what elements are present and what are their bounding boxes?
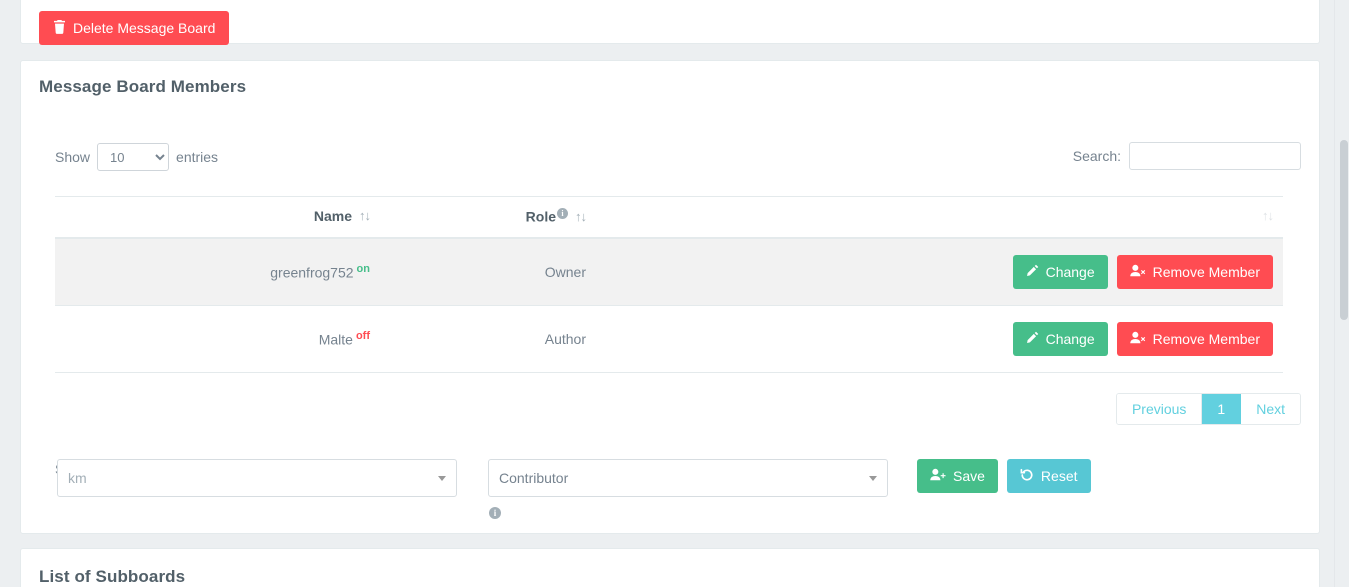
- pencil-icon: [1026, 331, 1039, 347]
- members-table: Name ↑↓ Role i ↑↓ ↑↓ greenfrog752 on Owner: [55, 195, 1283, 373]
- member-name: Malte: [318, 331, 353, 348]
- length-prefix-label: Show: [55, 149, 91, 165]
- role-hint: i: [488, 503, 501, 519]
- table-header-row: Name ↑↓ Role i ↑↓ ↑↓: [55, 195, 1283, 239]
- info-icon[interactable]: i: [557, 208, 568, 219]
- change-role-label: Change: [1045, 263, 1095, 280]
- search-input[interactable]: [1129, 142, 1301, 170]
- chevron-down-icon: [869, 475, 877, 481]
- form-button-group: Save Reset: [917, 459, 1091, 493]
- pagination: Previous 1 Next: [1115, 393, 1301, 425]
- change-role-button[interactable]: Change: [1012, 321, 1108, 356]
- reset-button[interactable]: Reset: [1006, 459, 1091, 493]
- members-table-head: Name ↑↓ Role i ↑↓ ↑↓: [55, 195, 1283, 239]
- member-role-cell: Owner: [380, 237, 596, 306]
- members-table-body: greenfrog752 on Owner Change Remove Memb…: [55, 237, 1283, 373]
- save-label: Save: [953, 468, 985, 484]
- undo-icon: [1020, 468, 1034, 485]
- add-member-form: km Contributor i Save Reset: [39, 459, 1301, 519]
- member-name-cell: greenfrog752 on: [55, 237, 380, 306]
- remove-member-button[interactable]: Remove Member: [1116, 321, 1273, 356]
- sort-arrows-icon: ↑↓: [359, 208, 371, 224]
- sort-arrows-icon: ↑↓: [575, 208, 587, 224]
- entries-per-page-select[interactable]: 10: [97, 143, 170, 171]
- user-select-value: km: [68, 470, 87, 486]
- length-suffix-label: entries: [176, 149, 219, 165]
- role-select-value: Contributor: [499, 470, 569, 486]
- pagination-previous[interactable]: Previous: [1116, 394, 1203, 424]
- role-select-wrapper: Contributor: [488, 459, 888, 497]
- remove-member-label: Remove Member: [1152, 330, 1260, 347]
- delete-message-board-label: Delete Message Board: [73, 20, 216, 36]
- datatable-search-control: Search:: [1073, 142, 1301, 170]
- row-action-group: Change Remove Member: [606, 254, 1273, 289]
- chevron-down-icon: [438, 475, 446, 481]
- member-actions-cell: Change Remove Member: [596, 305, 1283, 373]
- user-select[interactable]: km: [57, 459, 457, 497]
- datatable-length-control: Show 10 entries: [55, 143, 218, 171]
- message-board-members-card: Message Board Members Show 10 entries Se…: [20, 60, 1320, 534]
- save-button[interactable]: Save: [917, 459, 998, 493]
- members-card-title: Message Board Members: [39, 77, 247, 96]
- scrollbar-thumb[interactable]: [1340, 140, 1348, 320]
- delete-message-board-button[interactable]: Delete Message Board: [39, 11, 230, 45]
- table-row: greenfrog752 on Owner Change Remove Memb…: [55, 237, 1283, 306]
- search-label: Search:: [1072, 148, 1121, 164]
- reset-label: Reset: [1040, 468, 1078, 484]
- role-select[interactable]: Contributor: [488, 459, 888, 497]
- subboards-card: List of Subboards: [20, 548, 1320, 587]
- pagination-page-1[interactable]: 1: [1202, 394, 1242, 424]
- column-header-name-label: Name: [313, 208, 352, 225]
- user-times-icon: [1129, 264, 1146, 280]
- subboards-card-title: List of Subboards: [39, 567, 186, 586]
- change-role-button[interactable]: Change: [1012, 254, 1108, 289]
- column-header-name[interactable]: Name ↑↓: [55, 195, 380, 239]
- change-role-label: Change: [1045, 330, 1095, 347]
- row-action-group: Change Remove Member: [606, 321, 1273, 356]
- board-actions-card: Delete Message Board: [20, 0, 1320, 45]
- pencil-icon: [1026, 264, 1039, 280]
- table-row: Malte off Author Change Remove Member: [55, 305, 1283, 373]
- user-plus-icon: [930, 468, 946, 484]
- column-header-role-label: Role: [525, 208, 556, 225]
- page-root: Delete Message Board Message Board Membe…: [0, 0, 1349, 587]
- member-actions-cell: Change Remove Member: [596, 237, 1283, 306]
- user-select-wrapper: km: [57, 459, 457, 497]
- user-times-icon: [1129, 331, 1146, 347]
- page-scrollbar[interactable]: [1334, 0, 1349, 587]
- column-header-role[interactable]: Role i ↑↓: [380, 195, 596, 239]
- remove-member-button[interactable]: Remove Member: [1116, 254, 1273, 289]
- member-name: greenfrog752: [270, 264, 354, 281]
- member-name-cell: Malte off: [55, 305, 380, 373]
- sort-arrows-icon: ↑↓: [1262, 208, 1274, 224]
- member-role-cell: Author: [380, 305, 596, 373]
- column-header-actions[interactable]: ↑↓: [596, 195, 1283, 239]
- member-status-badge: off: [355, 329, 370, 342]
- info-icon[interactable]: i: [489, 507, 501, 519]
- trash-icon: [53, 19, 66, 37]
- member-status-badge: on: [356, 262, 370, 275]
- pagination-next[interactable]: Next: [1241, 394, 1300, 424]
- remove-member-label: Remove Member: [1152, 263, 1260, 280]
